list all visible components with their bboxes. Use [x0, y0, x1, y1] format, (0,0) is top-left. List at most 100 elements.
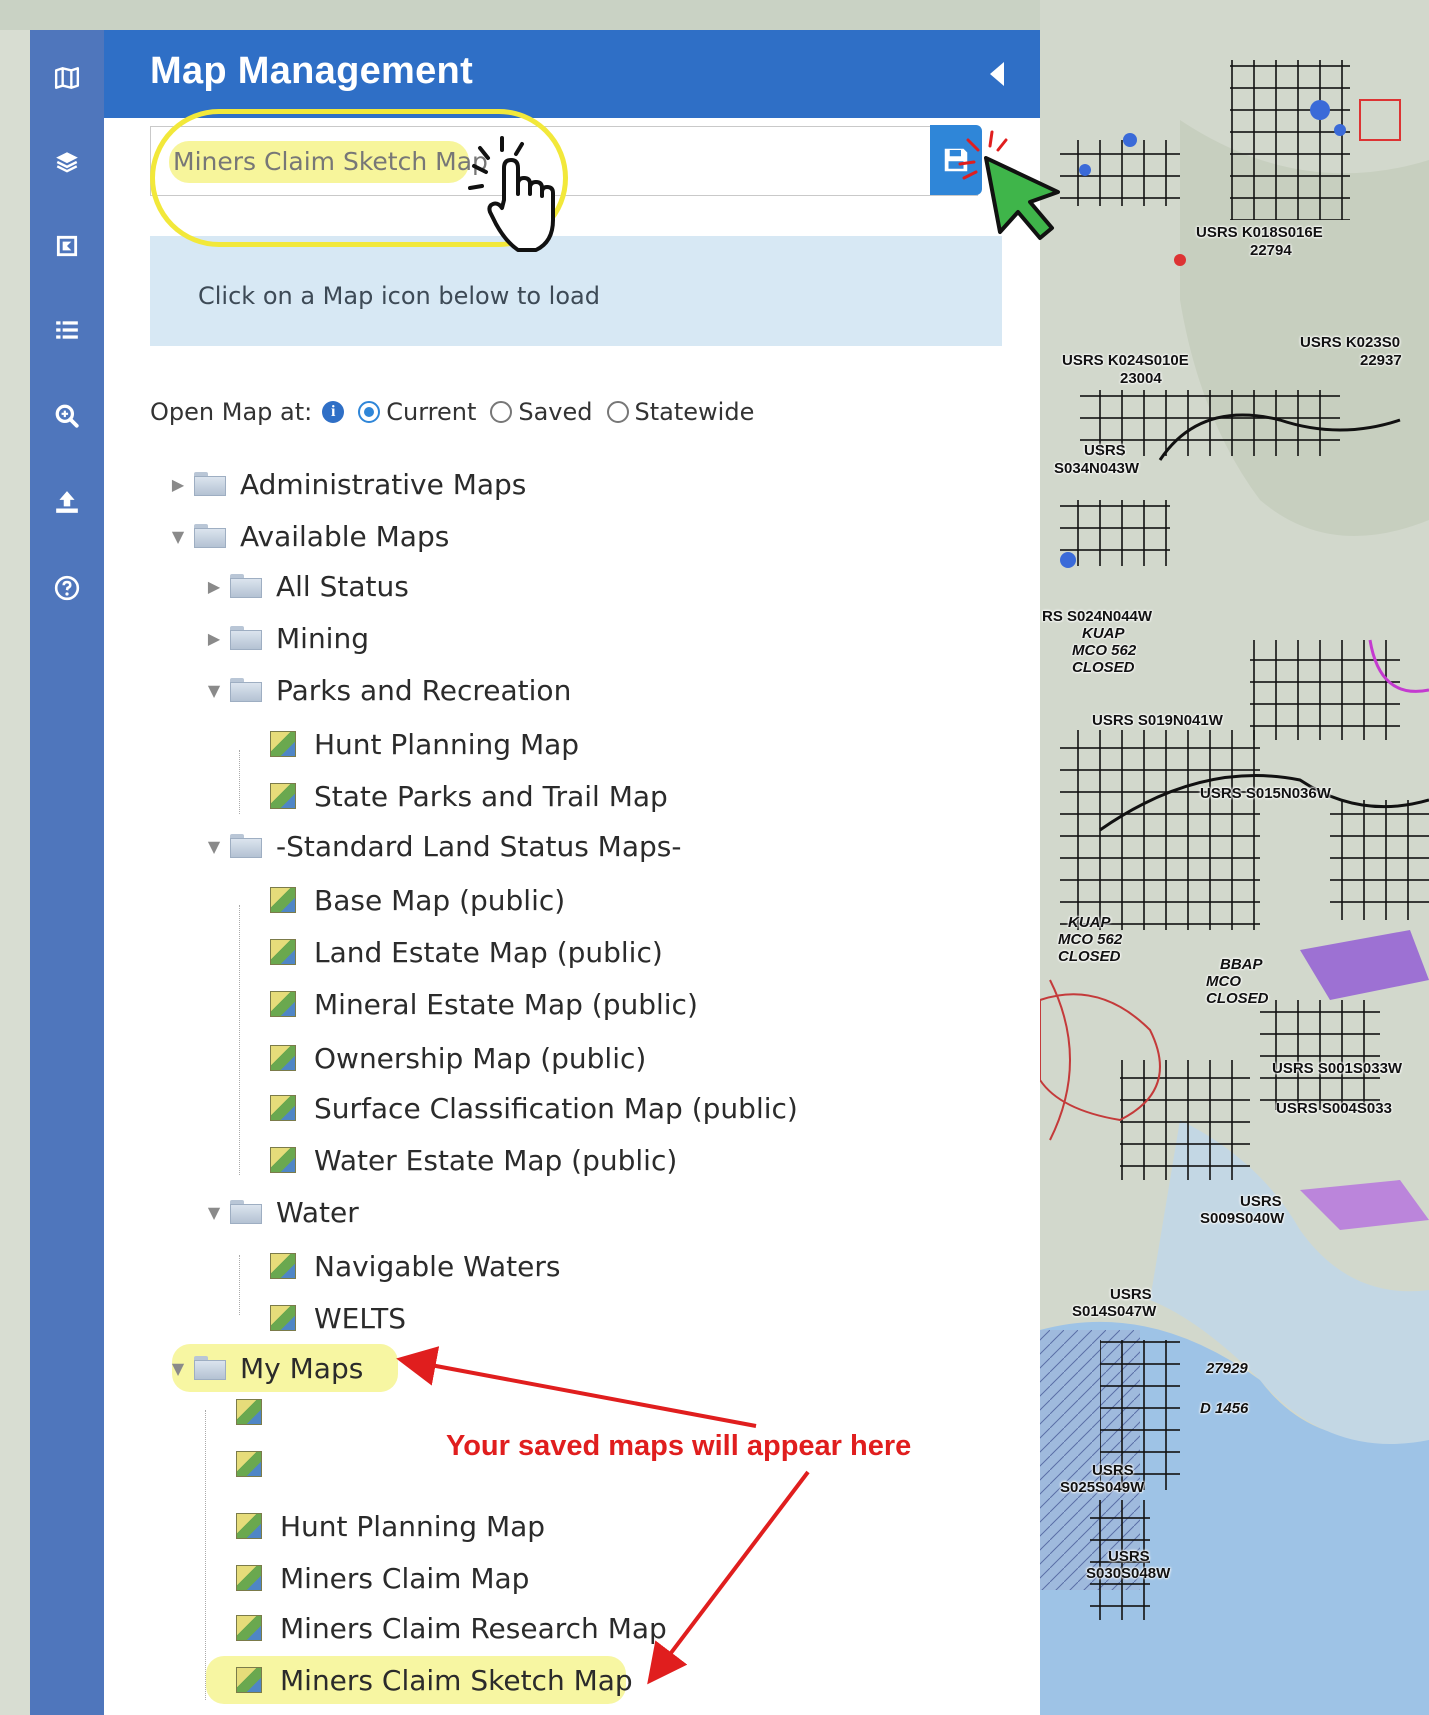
map-thumbnail-icon[interactable]: [270, 1147, 296, 1173]
tree-label: Water: [276, 1195, 359, 1229]
tree-label: -Standard Land Status Maps-: [276, 829, 682, 863]
draw-icon[interactable]: [30, 226, 104, 266]
map-thumbnail-icon[interactable]: [270, 1095, 296, 1121]
map-thumbnail-icon[interactable]: [236, 1451, 262, 1477]
map-label: S034N043W: [1054, 460, 1140, 477]
collapse-toggle-icon[interactable]: ▼: [204, 681, 224, 700]
layers-icon[interactable]: [30, 142, 104, 182]
folder-icon: [230, 678, 262, 702]
tree-branch: [239, 905, 240, 1175]
search-highlight-ring: [150, 109, 568, 247]
collapse-panel-icon[interactable]: [990, 62, 1004, 86]
map-icon[interactable]: [30, 58, 104, 98]
expand-toggle-icon[interactable]: ▶: [204, 629, 224, 648]
tree-item-miners-research[interactable]: Miners Claim Research Map: [236, 1606, 667, 1650]
folder-icon: [194, 524, 226, 548]
tree-branch: [205, 1410, 206, 1700]
tree-folder-available[interactable]: ▼ Available Maps: [168, 514, 449, 558]
folder-icon: [230, 626, 262, 650]
tree-folder-parks[interactable]: ▼ Parks and Recreation: [204, 668, 571, 712]
map-thumbnail-icon[interactable]: [236, 1615, 262, 1641]
help-icon[interactable]: [30, 568, 104, 608]
map-label: USRS S001S033W: [1272, 1060, 1403, 1077]
map-label: CLOSED: [1072, 659, 1135, 676]
tree-folder-all-status[interactable]: ▶ All Status: [204, 564, 409, 608]
radio-statewide[interactable]: [606, 401, 629, 423]
map-thumbnail-icon[interactable]: [270, 1305, 296, 1331]
map-thumbnail-icon[interactable]: [270, 991, 296, 1017]
tree-folder-standard[interactable]: ▼ -Standard Land Status Maps-: [204, 824, 682, 868]
collapse-toggle-icon[interactable]: ▼: [204, 1203, 224, 1222]
tree-item-mineral-estate[interactable]: Mineral Estate Map (public): [270, 982, 698, 1026]
tree-item-unnamed-2[interactable]: [236, 1442, 280, 1486]
tree-folder-administrative[interactable]: ▶ Administrative Maps: [168, 462, 527, 506]
tree-item-navigable[interactable]: Navigable Waters: [270, 1244, 560, 1288]
map-label: S030S048W: [1086, 1565, 1171, 1582]
tree-label: Miners Claim Map: [280, 1561, 530, 1595]
map-label: S009S040W: [1200, 1210, 1285, 1227]
tree-folder-mining[interactable]: ▶ Mining: [204, 616, 369, 660]
map-label: MCO: [1206, 973, 1241, 990]
map-label: CLOSED: [1206, 990, 1269, 1007]
tree-item-hunt-planning[interactable]: Hunt Planning Map: [270, 722, 579, 766]
map-thumbnail-icon[interactable]: [270, 939, 296, 965]
map-thumbnail-icon[interactable]: [270, 1045, 296, 1071]
tree-label: Administrative Maps: [240, 467, 527, 501]
tree-item-base-map[interactable]: Base Map (public): [270, 878, 565, 922]
tree-item-welts[interactable]: WELTS: [270, 1296, 406, 1340]
radio-current[interactable]: [358, 401, 381, 423]
map-label: D 1456: [1200, 1400, 1249, 1417]
map-thumbnail-icon[interactable]: [270, 887, 296, 913]
expand-toggle-icon[interactable]: ▶: [204, 577, 224, 596]
map-thumbnail-icon[interactable]: [236, 1513, 262, 1539]
map-thumbnail-icon[interactable]: [236, 1399, 262, 1425]
expand-toggle-icon[interactable]: ▶: [168, 475, 188, 494]
upload-icon[interactable]: [30, 482, 104, 522]
map-label: USRS: [1240, 1193, 1282, 1210]
map-thumbnail-icon[interactable]: [270, 1253, 296, 1279]
map-label: MCO 562: [1072, 642, 1137, 659]
map-label: USRS: [1084, 442, 1126, 459]
folder-icon: [230, 1200, 262, 1224]
map-thumbnail-icon[interactable]: [236, 1667, 262, 1693]
collapse-toggle-icon[interactable]: ▼: [168, 527, 188, 546]
map-label: CLOSED: [1058, 948, 1121, 965]
map-label: 22937: [1360, 352, 1402, 369]
map-label: BBAP: [1220, 956, 1263, 973]
map-thumbnail-icon[interactable]: [270, 731, 296, 757]
tree-item-state-parks[interactable]: State Parks and Trail Map: [270, 774, 668, 818]
tree-item-surface-class[interactable]: Surface Classification Map (public): [270, 1086, 798, 1130]
list-icon[interactable]: [30, 310, 104, 350]
tree-label: Available Maps: [240, 519, 450, 553]
tree-folder-water[interactable]: ▼ Water: [204, 1190, 359, 1234]
search-zoom-icon[interactable]: [30, 396, 104, 436]
tree-label: WELTS: [314, 1301, 406, 1335]
annotation-text: Your saved maps will appear here: [446, 1430, 912, 1462]
tree-item-miners-claim[interactable]: Miners Claim Map: [236, 1556, 529, 1600]
tree-item-unnamed-1[interactable]: [236, 1390, 280, 1434]
tree-folder-my-maps[interactable]: ▼ My Maps: [168, 1346, 363, 1390]
save-map-button[interactable]: [930, 125, 982, 195]
info-icon[interactable]: i: [322, 401, 345, 423]
map-label: KUAP: [1068, 914, 1111, 931]
map-label: USRS K018S016E: [1196, 224, 1323, 241]
radio-saved[interactable]: [490, 401, 513, 423]
tree-item-land-estate[interactable]: Land Estate Map (public): [270, 930, 663, 974]
tree-label: Parks and Recreation: [276, 673, 572, 707]
map-thumbnail-icon[interactable]: [236, 1565, 262, 1591]
tree-label: All Status: [276, 569, 409, 603]
collapse-toggle-icon[interactable]: ▼: [204, 837, 224, 856]
tree-label: Miners Claim Sketch Map: [280, 1663, 633, 1697]
folder-icon: [230, 834, 262, 858]
tree-item-miners-sketch[interactable]: Miners Claim Sketch Map: [236, 1658, 633, 1702]
tree-branch: [239, 750, 240, 814]
tree-item-ownership[interactable]: Ownership Map (public): [270, 1036, 646, 1080]
tree-item-my-hunt[interactable]: Hunt Planning Map: [236, 1504, 545, 1548]
tree-label: Hunt Planning Map: [314, 727, 580, 761]
radio-saved-label: Saved: [518, 398, 593, 426]
collapse-toggle-icon[interactable]: ▼: [168, 1359, 188, 1378]
map-thumbnail-icon[interactable]: [270, 783, 296, 809]
map-label: USRS S015N036W: [1200, 785, 1331, 802]
tree-item-water-estate[interactable]: Water Estate Map (public): [270, 1138, 677, 1182]
info-text: Click on a Map icon below to load: [198, 282, 600, 310]
